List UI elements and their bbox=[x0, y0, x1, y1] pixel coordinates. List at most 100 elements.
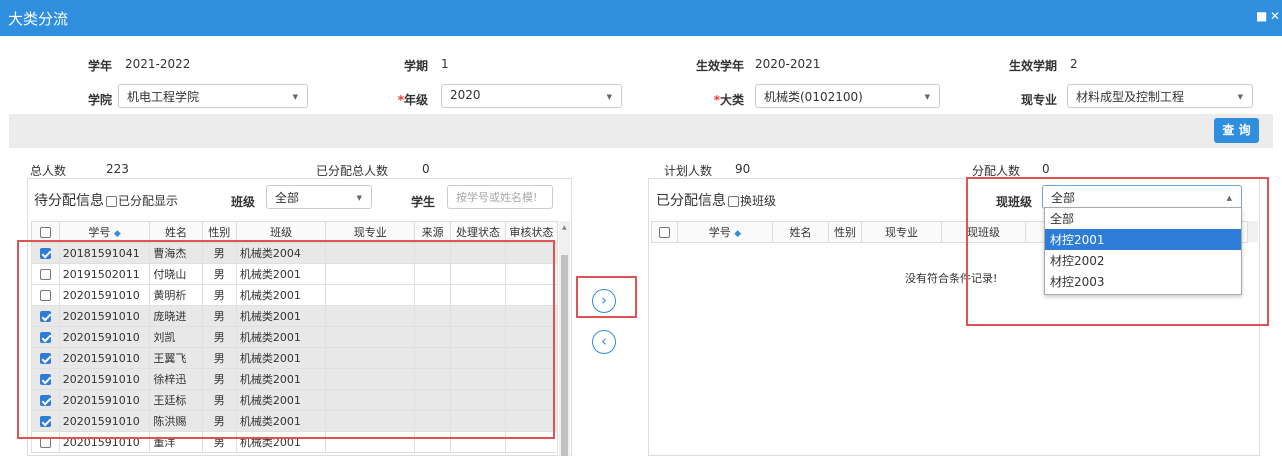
table-row[interactable]: 20201591010 王廷标男机械类2001 bbox=[31, 389, 559, 411]
row-checkbox[interactable] bbox=[39, 332, 51, 343]
chevron-down-icon: ▼ bbox=[356, 194, 362, 202]
current-class-select[interactable]: 全部 ▲ bbox=[1042, 185, 1242, 209]
cell-process-status bbox=[450, 242, 506, 264]
cell-class: 机械类2001 bbox=[235, 389, 327, 411]
column-header-class: 班级 bbox=[235, 221, 327, 243]
dropdown-option[interactable]: 全部 bbox=[1045, 208, 1241, 229]
cell-review-status bbox=[504, 389, 559, 411]
nianji-select[interactable]: 2020 ▼ bbox=[441, 84, 622, 108]
cell-class: 机械类2001 bbox=[235, 347, 327, 369]
cell-name: 徐梓迅 bbox=[149, 368, 203, 390]
select-all-checkbox[interactable] bbox=[659, 227, 670, 238]
query-button[interactable]: 查 询 bbox=[1214, 118, 1259, 143]
assign-label: 分配人数 bbox=[972, 164, 1021, 178]
column-header-id[interactable]: 学号 ◆ bbox=[58, 221, 151, 243]
cell-major bbox=[325, 305, 415, 327]
sort-icon: ◆ bbox=[734, 229, 742, 239]
column-header-id-label: 学号 bbox=[708, 226, 731, 239]
row-checkbox[interactable] bbox=[39, 269, 51, 280]
row-checkbox[interactable] bbox=[39, 374, 51, 385]
table-row[interactable]: 20201591010 董洋男机械类2001 bbox=[31, 431, 559, 453]
row-checkbox[interactable] bbox=[39, 353, 51, 364]
cell-source bbox=[413, 263, 452, 285]
nianji-label-text: 年级 bbox=[403, 93, 428, 107]
table-row[interactable]: 20201591010 陈洪赐男机械类2001 bbox=[31, 410, 559, 432]
table-row[interactable]: 20191502011 付晓山男机械类2001 bbox=[31, 263, 559, 285]
row-checkbox[interactable] bbox=[39, 395, 51, 406]
unassigned-header: 待分配信息 已分配显示 bbox=[34, 190, 178, 210]
dalei-select-value: 机械类(0102100) bbox=[764, 90, 863, 104]
cell-id: 20201591010 bbox=[58, 326, 151, 348]
table-row[interactable]: 20201591010 庞晓进男机械类2001 bbox=[31, 305, 559, 327]
total-value: 223 bbox=[106, 162, 129, 176]
cell-major bbox=[325, 326, 415, 348]
assigned-scrollbar[interactable] bbox=[1248, 221, 1258, 242]
xianzhuanye-select[interactable]: 材料成型及控制工程 ▼ bbox=[1067, 84, 1253, 108]
cell-gender: 男 bbox=[201, 347, 237, 369]
table-row[interactable]: 20181591041 曹海杰男机械类2004 bbox=[31, 242, 559, 264]
dropdown-option[interactable]: 材控2002 bbox=[1045, 250, 1241, 271]
cell-name: 王廷标 bbox=[149, 389, 203, 411]
show-assigned-checkbox[interactable] bbox=[106, 195, 117, 207]
class-filter-select[interactable]: 全部 ▼ bbox=[266, 185, 372, 209]
cell-process-status bbox=[450, 305, 506, 327]
xueyuan-select[interactable]: 机电工程学院 ▼ bbox=[118, 84, 308, 108]
cell-process-status bbox=[450, 410, 506, 432]
row-checkbox[interactable] bbox=[39, 416, 51, 427]
cell-source bbox=[413, 347, 452, 369]
cell-id: 20201591010 bbox=[58, 410, 151, 432]
sort-icon: ◆ bbox=[113, 229, 121, 239]
table-row[interactable]: 20201591010 徐梓迅男机械类2001 bbox=[31, 368, 559, 390]
current-class-dropdown: 全部 材控2001 材控2002 材控2003 bbox=[1044, 207, 1242, 295]
assign-value: 0 bbox=[1042, 162, 1050, 176]
column-header-major: 现专业 bbox=[325, 221, 415, 243]
column-header-id-label: 学号 bbox=[88, 226, 111, 239]
cell-source bbox=[413, 389, 452, 411]
table-row[interactable]: 20201591010 王翼飞男机械类2001 bbox=[31, 347, 559, 369]
cell-id: 20201591010 bbox=[58, 431, 151, 453]
row-select-cell bbox=[31, 410, 60, 432]
cell-id: 20201591010 bbox=[58, 284, 151, 306]
close-icon[interactable]: ✕ bbox=[1270, 9, 1280, 23]
row-checkbox[interactable] bbox=[39, 290, 51, 301]
cell-review-status bbox=[504, 347, 559, 369]
cell-major bbox=[325, 410, 415, 432]
row-checkbox[interactable] bbox=[39, 248, 51, 259]
cell-process-status bbox=[450, 284, 506, 306]
maximize-icon[interactable]: ■ bbox=[1256, 9, 1267, 23]
scrollbar-thumb[interactable] bbox=[561, 255, 568, 456]
chevron-right-circle-icon: › bbox=[601, 291, 607, 309]
unassigned-table-body: 20181591041 曹海杰男机械类2004 20191502011 付晓山男机械类… bbox=[31, 242, 559, 453]
row-select-cell bbox=[31, 242, 60, 264]
table-row[interactable]: 20201591010 刘凯男机械类2001 bbox=[31, 326, 559, 348]
cell-gender: 男 bbox=[201, 242, 237, 264]
cell-id: 20201591010 bbox=[58, 347, 151, 369]
dalei-select[interactable]: 机械类(0102100) ▼ bbox=[755, 84, 940, 108]
cell-id: 20201591010 bbox=[58, 389, 151, 411]
cell-major bbox=[325, 389, 415, 411]
cell-id: 20201591010 bbox=[58, 305, 151, 327]
move-right-button[interactable]: › bbox=[592, 289, 616, 313]
cell-review-status bbox=[504, 284, 559, 306]
scroll-up-icon[interactable]: ▲ bbox=[562, 224, 567, 231]
cell-review-status bbox=[504, 410, 559, 432]
cell-process-status bbox=[450, 431, 506, 453]
sx-xueqi-value: 2 bbox=[1070, 57, 1078, 71]
row-checkbox[interactable] bbox=[39, 437, 51, 448]
student-search-input[interactable]: 按学号或姓名模! bbox=[447, 185, 553, 209]
change-class-label: 换班级 bbox=[740, 194, 777, 208]
move-left-button[interactable]: ‹ bbox=[592, 330, 616, 354]
dropdown-option[interactable]: 材控2003 bbox=[1045, 271, 1241, 292]
column-header-id[interactable]: 学号 ◆ bbox=[677, 221, 773, 243]
table-row[interactable]: 20201591010 黄明析男机械类2001 bbox=[31, 284, 559, 306]
column-header-review-status: 审核状态 bbox=[504, 221, 559, 243]
unassigned-scrollbar[interactable]: ▲ bbox=[559, 221, 570, 456]
change-class-checkbox[interactable] bbox=[728, 195, 739, 207]
cell-name: 黄明析 bbox=[149, 284, 203, 306]
row-checkbox[interactable] bbox=[39, 311, 51, 322]
select-all-checkbox[interactable] bbox=[39, 227, 51, 238]
dropdown-option[interactable]: 材控2001 bbox=[1045, 229, 1241, 250]
row-select-cell bbox=[31, 347, 60, 369]
cell-process-status bbox=[450, 368, 506, 390]
column-header-name: 姓名 bbox=[149, 221, 203, 243]
